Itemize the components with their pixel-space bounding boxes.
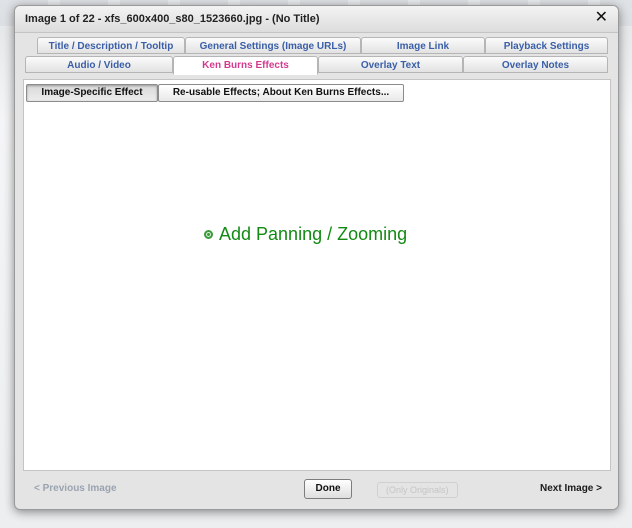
add-circle-icon bbox=[204, 230, 213, 239]
next-image-button[interactable]: Next Image > bbox=[540, 483, 602, 494]
add-panning-zooming-label: Add Panning / Zooming bbox=[219, 224, 408, 244]
add-panning-zooming-link[interactable]: Add Panning / Zooming bbox=[204, 224, 407, 245]
done-button[interactable]: Done bbox=[304, 479, 352, 499]
ken-burns-panel: Image-Specific Effect Re-usable Effects;… bbox=[23, 79, 611, 471]
tab-general-settings[interactable]: General Settings (Image URLs) bbox=[185, 37, 361, 54]
tab-title-description-tooltip[interactable]: Title / Description / Tooltip bbox=[37, 37, 185, 54]
dialog-footer: < Previous Image (Only Originals) Done N… bbox=[15, 472, 618, 508]
subtab-image-specific-effect[interactable]: Image-Specific Effect bbox=[26, 84, 158, 102]
previous-image-button[interactable]: < Previous Image bbox=[34, 483, 117, 494]
dialog-title: Image 1 of 22 - xfs_600x400_s80_1523660.… bbox=[25, 13, 320, 25]
close-icon[interactable]: ✕ bbox=[595, 9, 608, 27]
tab-audio-video[interactable]: Audio / Video bbox=[25, 56, 173, 73]
only-originals-label: (Only Originals) bbox=[377, 482, 458, 498]
tab-row-1: Title / Description / Tooltip General Se… bbox=[25, 37, 615, 55]
image-settings-dialog: Image 1 of 22 - xfs_600x400_s80_1523660.… bbox=[14, 5, 619, 510]
tab-overlay-text[interactable]: Overlay Text bbox=[318, 56, 463, 73]
tab-image-link[interactable]: Image Link bbox=[361, 37, 485, 54]
tab-overlay-notes[interactable]: Overlay Notes bbox=[463, 56, 608, 73]
subtab-reusable-effects[interactable]: Re-usable Effects; About Ken Burns Effec… bbox=[158, 84, 404, 102]
tab-playback-settings[interactable]: Playback Settings bbox=[485, 37, 608, 54]
dialog-titlebar: Image 1 of 22 - xfs_600x400_s80_1523660.… bbox=[15, 6, 618, 33]
tab-row-2: Audio / Video Ken Burns Effects Overlay … bbox=[25, 56, 615, 75]
tab-ken-burns-effects[interactable]: Ken Burns Effects bbox=[173, 56, 318, 75]
